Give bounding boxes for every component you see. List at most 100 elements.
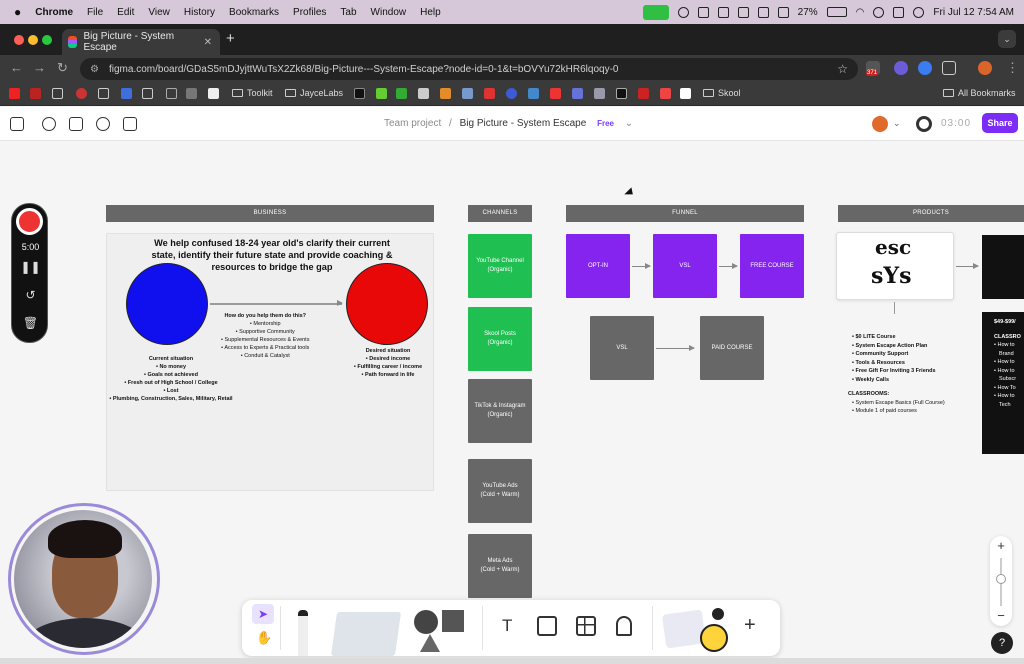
chevron-down-icon[interactable]: ⌄ [998, 30, 1016, 48]
apple-icon[interactable]: ● [14, 5, 21, 19]
timer-value[interactable]: 03:00 [941, 118, 971, 129]
funnel-card-free-course[interactable]: FREE COURSE [740, 234, 804, 298]
webcam-feed[interactable] [14, 510, 152, 648]
ai-sparkle-icon[interactable] [42, 117, 56, 131]
funnel-card-opt-in[interactable]: OPT-IN [566, 234, 630, 298]
bookmark-icon[interactable] [440, 88, 451, 99]
section-header-business[interactable]: BUSINESS [106, 205, 434, 222]
bookmark-icon[interactable] [572, 88, 583, 99]
business-panel[interactable]: We help confused 18-24 year old's clarif… [106, 233, 434, 491]
avatar[interactable] [872, 116, 888, 132]
comment-icon[interactable] [96, 117, 110, 131]
menu-view[interactable]: View [148, 7, 170, 18]
menu-history[interactable]: History [184, 7, 215, 18]
funnel-card-vsl-2[interactable]: VSL [590, 316, 654, 380]
channel-card-youtube-ads[interactable]: YouTube Ads (Cold + Warm) [468, 459, 532, 523]
clip-icon[interactable] [166, 88, 177, 99]
help-button[interactable]: ? [991, 632, 1013, 654]
stop-recording-button[interactable] [16, 208, 43, 235]
product-thumbnail[interactable]: esc sYs [836, 232, 954, 300]
funnel-card-paid-course[interactable]: PAID COURSE [700, 316, 764, 380]
zoom-in-button[interactable]: + [990, 538, 1012, 553]
all-bookmarks[interactable]: All Bookmarks [943, 88, 1016, 98]
table-tool-icon[interactable] [576, 616, 596, 636]
zoom-slider-handle[interactable] [996, 574, 1006, 584]
bookmark-icon[interactable] [418, 88, 429, 99]
menu-window[interactable]: Window [371, 7, 407, 18]
puzzle-icon[interactable] [942, 61, 956, 75]
menu-file[interactable]: File [87, 7, 103, 18]
bookmark-icon[interactable] [76, 88, 87, 99]
bookmark-icon[interactable] [550, 88, 561, 99]
chevron-down-icon[interactable]: ⌄ [893, 118, 901, 129]
section-header-products[interactable]: PRODUCTS [838, 205, 1024, 222]
bell-icon[interactable] [737, 6, 749, 18]
restart-icon[interactable]: ↺ [12, 288, 49, 302]
bluetooth-icon[interactable] [777, 6, 789, 18]
shape-tool-square-icon[interactable] [442, 610, 464, 632]
record-sticker-icon[interactable] [712, 608, 724, 620]
camera-icon[interactable] [642, 4, 669, 20]
file-name[interactable]: Big Picture - System Escape [460, 118, 587, 129]
battery-icon[interactable] [826, 7, 847, 17]
bookmark-icon[interactable] [30, 88, 41, 99]
bookmark-icon[interactable] [376, 88, 387, 99]
figma-menu-icon[interactable] [10, 117, 24, 131]
desired-situation-circle[interactable] [346, 263, 428, 345]
hand-tool-icon[interactable]: ✋ [256, 630, 272, 646]
extension-icon[interactable] [918, 61, 932, 75]
screen-icon[interactable] [757, 6, 769, 18]
folder-icon[interactable] [52, 88, 63, 99]
add-more-button[interactable]: + [744, 614, 756, 637]
bookmark-icon[interactable] [208, 88, 219, 99]
menu-edit[interactable]: Edit [117, 7, 134, 18]
minimize-window-button[interactable] [28, 35, 38, 45]
sticky-note-tool-icon[interactable] [330, 612, 402, 656]
folder-icon[interactable] [98, 88, 109, 99]
bookmark-icon[interactable] [506, 88, 517, 99]
bookmark-icon[interactable] [528, 88, 539, 99]
close-tab-icon[interactable]: ✕ [204, 37, 212, 48]
frame-icon[interactable] [123, 117, 137, 131]
widgets-sticker-icon[interactable] [661, 609, 707, 649]
youtube-bookmark-icon[interactable] [9, 88, 20, 99]
address-bar[interactable]: ⚙ figma.com/board/GDaS5mDJyjttWuTsX2Zk68… [80, 58, 858, 80]
bookmark-folder-skool[interactable]: Skool [703, 88, 741, 98]
channel-card-skool-posts[interactable]: Skool Posts (Organic) [468, 307, 532, 371]
gear-icon[interactable] [677, 6, 689, 18]
close-window-button[interactable] [14, 35, 24, 45]
text-tool-icon[interactable]: T [502, 616, 512, 636]
bookmark-icon[interactable] [186, 88, 197, 99]
forward-icon[interactable]: → [33, 60, 46, 75]
music-icon[interactable] [697, 6, 709, 18]
bookmark-icon[interactable] [594, 88, 605, 99]
horizontal-scrollbar[interactable] [0, 658, 1024, 664]
channel-card-meta-ads[interactable]: Meta Ads (Cold + Warm) [468, 534, 532, 598]
shape-tool-icon[interactable] [414, 610, 438, 634]
channel-card-tiktok-instagram[interactable]: TikTok & Instagram (Organic) [468, 379, 532, 443]
control-center-icon[interactable] [893, 6, 905, 18]
grid-icon[interactable] [717, 6, 729, 18]
bookmark-icon[interactable] [638, 88, 649, 99]
bookmark-icon[interactable] [680, 88, 691, 99]
bookmark-icon[interactable] [462, 88, 473, 99]
funnel-card-vsl[interactable]: VSL [653, 234, 717, 298]
marker-tool-icon[interactable] [298, 610, 308, 656]
tab-active[interactable]: Big Picture - System Escape ✕ [62, 29, 220, 55]
move-tool-icon[interactable]: ➤ [252, 604, 274, 624]
more-menu-icon[interactable]: ⋮ [1006, 60, 1019, 76]
extension-icon[interactable] [894, 61, 908, 75]
bookmark-folder-jaycelabs[interactable]: JayceLabs [285, 88, 343, 98]
shape-tool-triangle-icon[interactable] [420, 634, 440, 652]
menu-tab[interactable]: Tab [340, 7, 356, 18]
section-header-funnel[interactable]: FUNNEL [566, 205, 804, 222]
siri-icon[interactable] [913, 6, 925, 18]
stamp-tool-icon[interactable] [616, 616, 632, 636]
channel-card-youtube-channel[interactable]: YouTube Channel (Organic) [468, 234, 532, 298]
timer-icon[interactable] [916, 116, 932, 132]
paid-product-card[interactable]: $49-$99/ CLASSRO • How to Brand • How to… [982, 312, 1024, 454]
menu-help[interactable]: Help [420, 7, 441, 18]
current-situation-circle[interactable] [126, 263, 208, 345]
bookmark-icon[interactable] [484, 88, 495, 99]
new-tab-button[interactable]: + [226, 30, 235, 47]
